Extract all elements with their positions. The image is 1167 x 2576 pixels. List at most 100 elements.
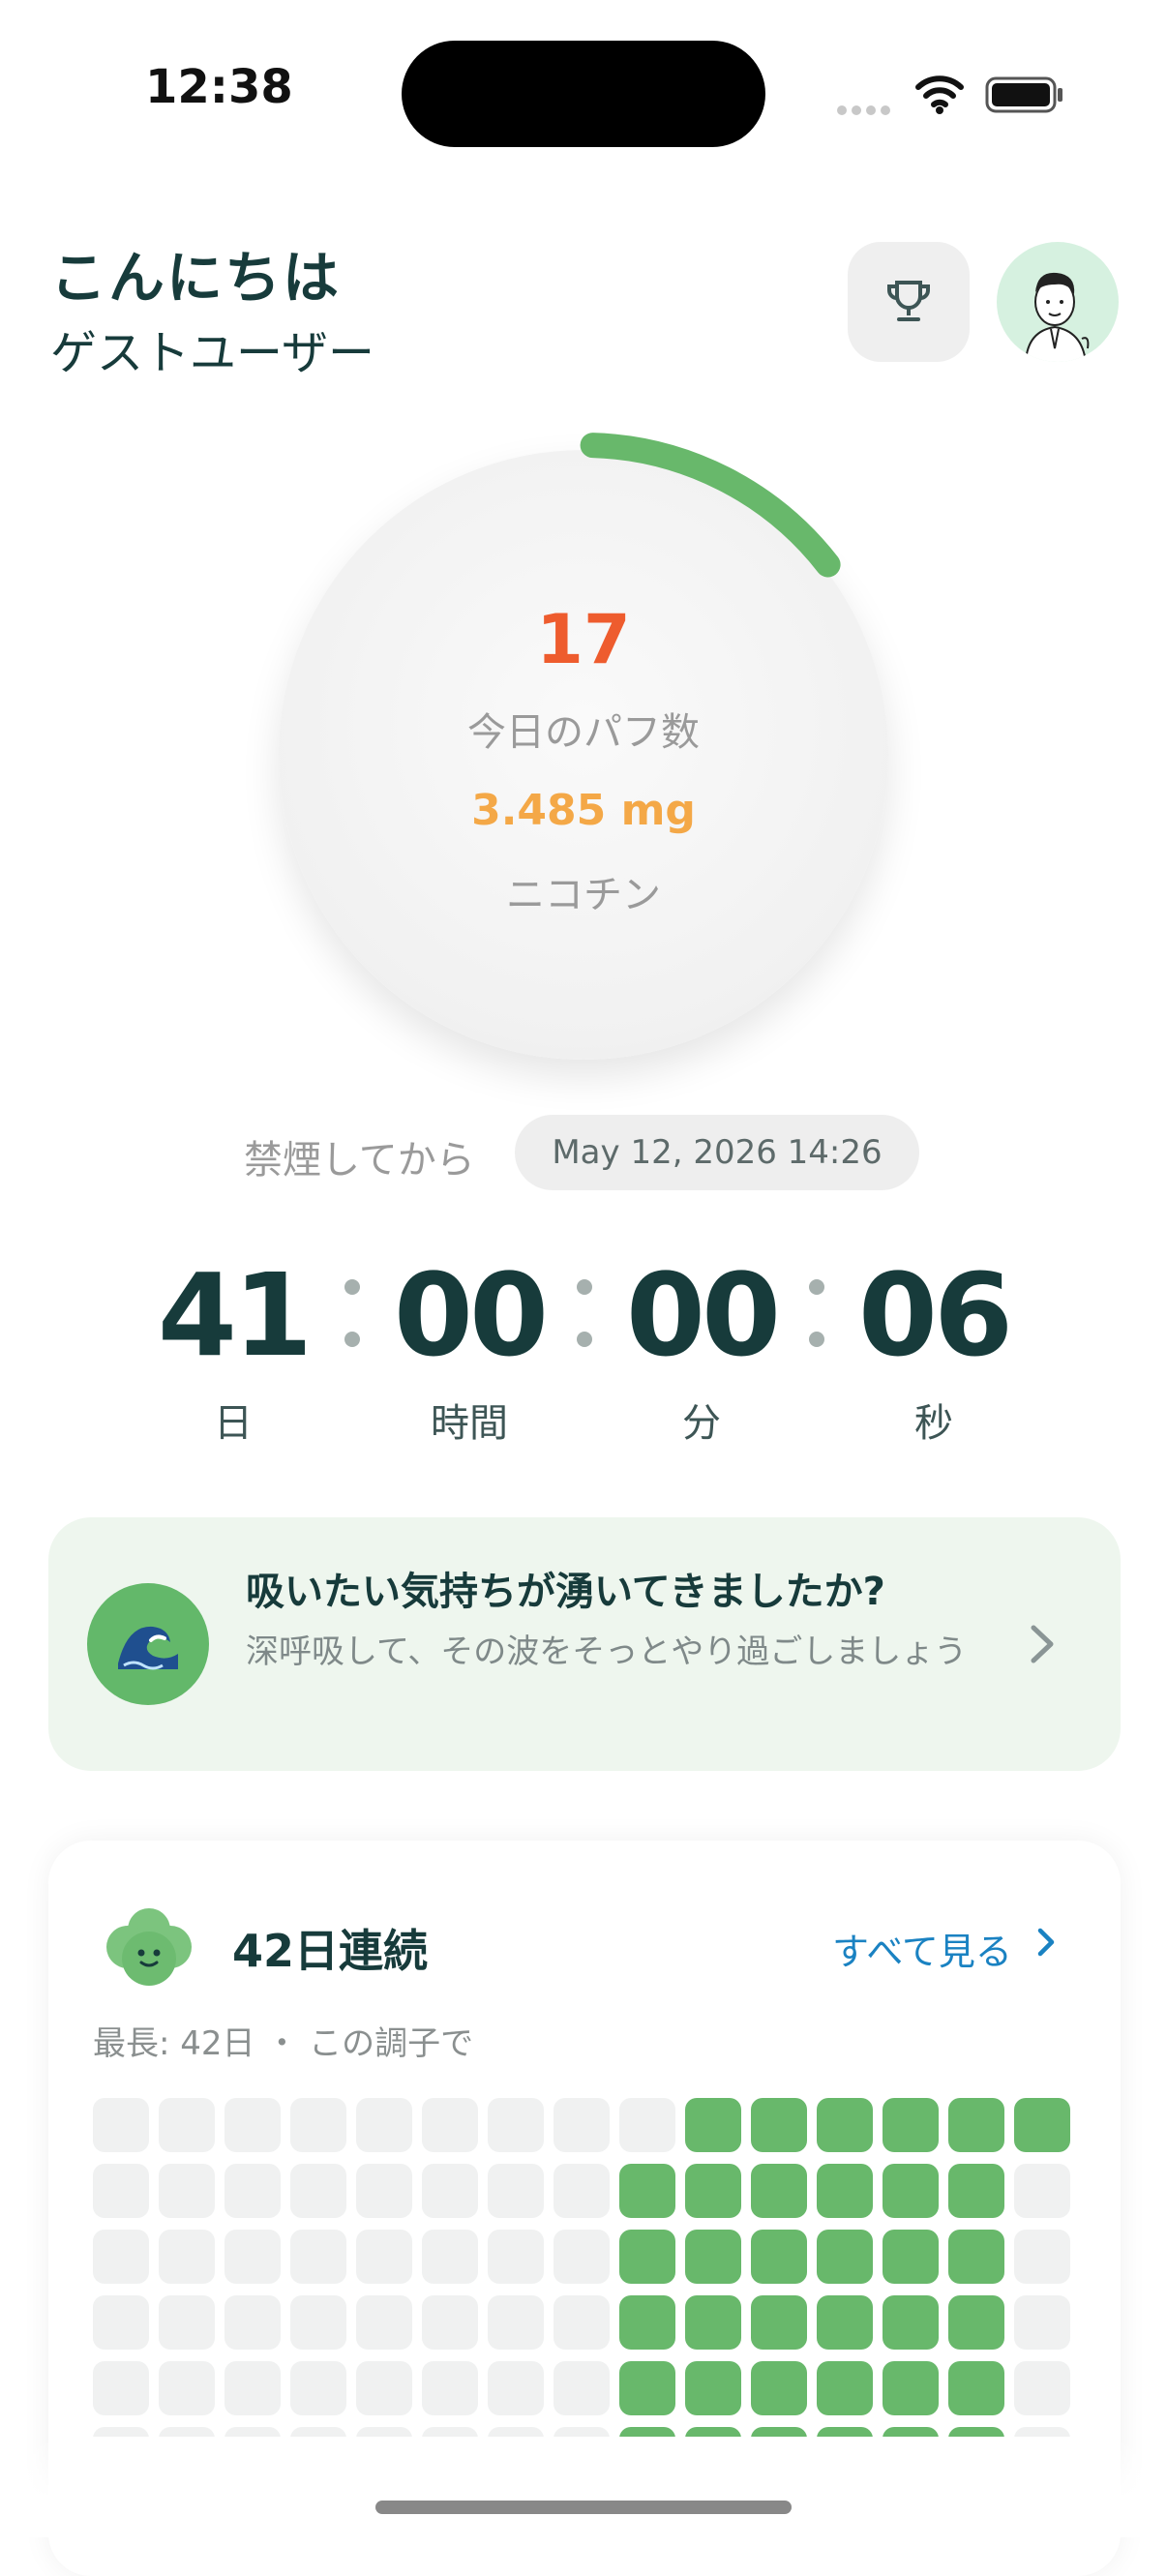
- streak-day-cell: [290, 2427, 346, 2437]
- streak-day-cell: [817, 2230, 873, 2284]
- avatar[interactable]: [997, 242, 1119, 362]
- streak-day-cell: [488, 2295, 544, 2350]
- streak-day-cell: [422, 2098, 478, 2152]
- streak-day-cell: [883, 2361, 939, 2415]
- streak-day-cell: [685, 2361, 741, 2415]
- battery-icon: [985, 76, 1062, 113]
- streak-day-cell: [422, 2230, 478, 2284]
- puff-count-label: 今日のパフ数: [467, 710, 700, 755]
- streak-day-cell: [1014, 2427, 1070, 2437]
- status-time: 12:38: [145, 60, 293, 114]
- nicotine-label: ニコチン: [506, 873, 661, 917]
- streak-day-cell: [554, 2295, 610, 2350]
- timer-separator: [575, 1279, 594, 1347]
- streak-day-cell: [685, 2164, 741, 2218]
- timer-seconds-unit: 秒: [914, 1401, 953, 1446]
- streak-day-cell: [159, 2230, 215, 2284]
- streak-day-cell: [356, 2164, 412, 2218]
- greeting-title: こんにちは: [50, 245, 342, 311]
- streak-day-cell: [93, 2164, 149, 2218]
- bottom-fade: [0, 2439, 1167, 2537]
- streak-day-cell: [685, 2295, 741, 2350]
- streak-day-cell: [817, 2098, 873, 2152]
- streak-day-cell: [554, 2361, 610, 2415]
- wifi-icon: [915, 75, 964, 114]
- timer-separator: [343, 1279, 362, 1347]
- avatar-illustration: [1025, 272, 1090, 362]
- streak-day-cell: [948, 2361, 1004, 2415]
- nicotine-value: 3.485 mg: [471, 786, 696, 835]
- streak-day-cell: [224, 2295, 281, 2350]
- streak-day-cell: [554, 2230, 610, 2284]
- streak-day-cell: [93, 2427, 149, 2437]
- puff-count: 17: [536, 600, 631, 679]
- streak-day-cell: [817, 2164, 873, 2218]
- streak-day-cell: [93, 2098, 149, 2152]
- timer-minutes-unit: 分: [682, 1401, 721, 1446]
- streak-day-cell: [224, 2361, 281, 2415]
- streak-day-cell: [159, 2098, 215, 2152]
- streak-day-cell: [751, 2230, 807, 2284]
- trophy-button[interactable]: [848, 242, 970, 362]
- home-indicator[interactable]: [375, 2501, 792, 2514]
- streak-day-cell: [159, 2164, 215, 2218]
- streak-day-cell: [159, 2427, 215, 2437]
- streak-day-cell: [356, 2295, 412, 2350]
- streak-day-cell: [422, 2164, 478, 2218]
- streak-day-cell: [422, 2361, 478, 2415]
- craving-title: 吸いたい気持ちが湧いてきましたか?: [246, 1570, 885, 1614]
- streak-day-cell: [883, 2230, 939, 2284]
- streak-day-cell: [422, 2295, 478, 2350]
- dynamic-island: [402, 41, 765, 147]
- streak-day-cell: [751, 2098, 807, 2152]
- streak-day-cell: [93, 2230, 149, 2284]
- streak-day-cell: [1014, 2295, 1070, 2350]
- streak-calendar-grid: [93, 2098, 1076, 2437]
- signal-icon: [837, 101, 895, 115]
- streak-day-cell: [422, 2427, 478, 2437]
- streak-day-cell: [883, 2295, 939, 2350]
- streak-day-cell: [751, 2361, 807, 2415]
- streak-day-cell: [224, 2164, 281, 2218]
- streak-day-cell: [948, 2427, 1004, 2437]
- streak-day-cell: [1014, 2230, 1070, 2284]
- chevron-right-icon: [1031, 1625, 1054, 1663]
- timer-days-unit: 日: [214, 1401, 253, 1446]
- timer-minutes: 00: [625, 1248, 781, 1382]
- quit-date-chip[interactable]: May 12, 2026 14:26: [515, 1115, 919, 1190]
- streak-day-cell: [751, 2164, 807, 2218]
- streak-day-cell: [948, 2098, 1004, 2152]
- timer-hours: 00: [393, 1248, 549, 1382]
- streak-day-cell: [751, 2427, 807, 2437]
- streak-day-cell: [224, 2427, 281, 2437]
- streak-day-cell: [554, 2164, 610, 2218]
- streak-day-cell: [290, 2164, 346, 2218]
- trophy-icon: [887, 281, 930, 321]
- streak-day-cell: [356, 2361, 412, 2415]
- user-name: ゲストユーザー: [50, 326, 375, 380]
- streak-day-cell: [948, 2164, 1004, 2218]
- streak-mascot-icon: [106, 1908, 192, 1986]
- craving-subtitle: 深呼吸して、その波をそっとやり過ごしましょう: [246, 1632, 968, 1671]
- streak-day-cell: [817, 2361, 873, 2415]
- streak-day-cell: [224, 2230, 281, 2284]
- quit-since-label: 禁煙してから: [244, 1138, 475, 1183]
- chevron-right-icon[interactable]: [1035, 1926, 1057, 1959]
- streak-day-cell: [619, 2230, 675, 2284]
- streak-day-cell: [356, 2427, 412, 2437]
- streak-day-cell: [817, 2427, 873, 2437]
- streak-day-cell: [93, 2295, 149, 2350]
- streak-day-cell: [290, 2361, 346, 2415]
- streak-day-cell: [1014, 2098, 1070, 2152]
- timer-separator: [807, 1279, 826, 1347]
- streak-day-cell: [619, 2361, 675, 2415]
- streak-day-cell: [1014, 2361, 1070, 2415]
- streak-day-cell: [290, 2098, 346, 2152]
- streak-day-cell: [159, 2361, 215, 2415]
- see-all-link[interactable]: すべて見る: [832, 1922, 1012, 1975]
- streak-day-cell: [290, 2230, 346, 2284]
- streak-day-cell: [948, 2295, 1004, 2350]
- timer-hours-unit: 時間: [431, 1401, 508, 1446]
- streak-day-cell: [619, 2164, 675, 2218]
- streak-day-cell: [488, 2164, 544, 2218]
